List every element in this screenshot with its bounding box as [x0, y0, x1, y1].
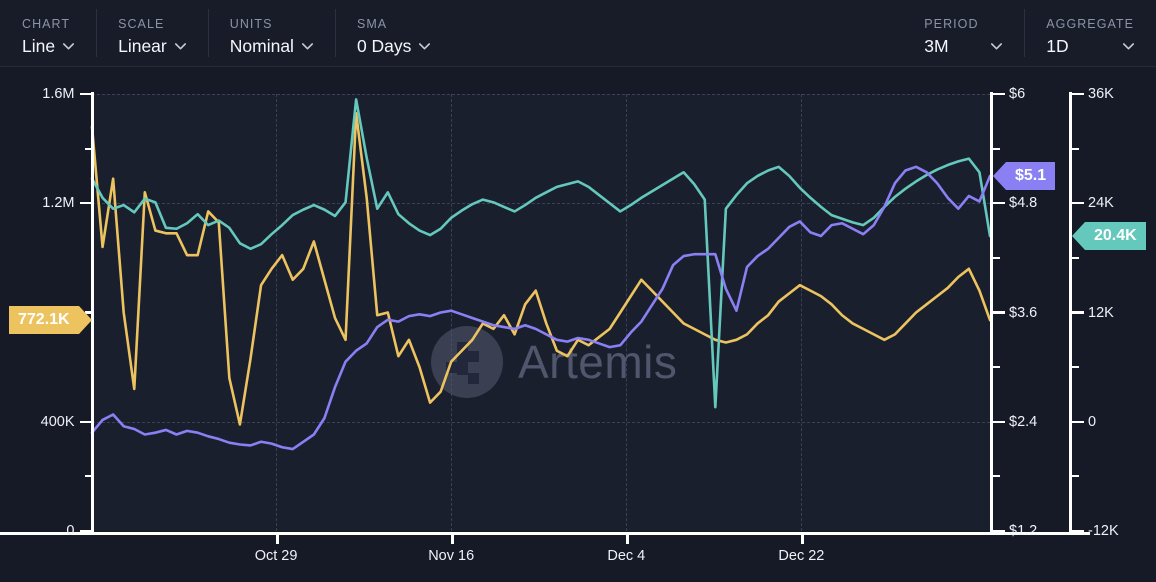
series-line-active-addresses [92, 99, 990, 407]
right-axis-2-tick-minor [1072, 148, 1079, 150]
x-axis-line [0, 532, 1090, 535]
chevron-down-icon[interactable] [1123, 43, 1134, 50]
right-axis-1-tick-minor [993, 366, 1000, 368]
left-axis-value-badge: 772.1K [9, 306, 92, 334]
toolbar-right-group: PERIOD 3M AGGREGATE 1D [902, 0, 1156, 66]
control-value-row-units[interactable]: Nominal [230, 36, 313, 57]
left-axis-tick-major [80, 93, 92, 95]
left-axis-label: 1.6M [42, 86, 74, 102]
chevron-down-icon[interactable] [991, 43, 1002, 50]
x-axis-label: Oct 29 [255, 548, 298, 564]
right-axis-1-tick-minor [993, 257, 1000, 259]
right-axis-1-tick-major [993, 202, 1005, 204]
right-axis-2-label: -12K [1088, 523, 1119, 539]
left-axis-label: 0 [66, 523, 74, 539]
control-value-row-sma[interactable]: 0 Days [357, 36, 430, 57]
control-label-period: PERIOD [924, 17, 1002, 31]
left-axis-label: 400K [41, 414, 75, 430]
x-axis-tick [626, 533, 629, 544]
control-label-units: UNITS [230, 17, 313, 31]
badge-arrow-tip [1072, 222, 1085, 250]
control-value-sma: 0 Days [357, 36, 411, 57]
chevron-down-icon[interactable] [302, 43, 313, 50]
control-label-sma: SMA [357, 17, 430, 31]
x-axis-tick [276, 533, 279, 544]
left-axis-tick-major [80, 421, 92, 423]
control-sma[interactable]: SMA 0 Days [335, 0, 452, 66]
control-period[interactable]: PERIOD 3M [902, 0, 1024, 66]
chevron-down-icon[interactable] [63, 43, 74, 50]
control-aggregate[interactable]: AGGREGATE 1D [1024, 0, 1156, 66]
control-value-row-aggregate[interactable]: 1D [1046, 36, 1134, 57]
right-axis-2-tick-minor [1072, 475, 1079, 477]
series-line-volume [92, 113, 990, 424]
right-axis-1-tick-minor [993, 148, 1000, 150]
right-axis-2-tick-minor [1072, 257, 1079, 259]
control-scale[interactable]: SCALE Linear [96, 0, 208, 66]
right-axis-1-tick-major [993, 93, 1005, 95]
left-axis-tick-major [80, 202, 92, 204]
badge-arrow-tip [993, 162, 1006, 190]
x-axis-label: Dec 22 [778, 548, 824, 564]
badge-value: $5.1 [1006, 162, 1055, 190]
control-value-aggregate: 1D [1046, 36, 1068, 57]
toolbar-spacer [452, 0, 902, 66]
control-label-aggregate: AGGREGATE [1046, 17, 1134, 31]
right-axis-2-tick-major [1072, 202, 1084, 204]
right-axis-1-value-badge: $5.1 [993, 162, 1055, 190]
right-axis-1-label: $2.4 [1009, 414, 1037, 430]
right-axis-1-label: $4.8 [1009, 195, 1037, 211]
control-value-scale: Linear [118, 36, 167, 57]
control-label-scale: SCALE [118, 17, 186, 31]
chevron-down-icon[interactable] [419, 43, 430, 50]
control-value-chart-type: Line [22, 36, 55, 57]
control-value-row-chart-type[interactable]: Line [22, 36, 74, 57]
left-axis-tick-minor [85, 148, 92, 150]
right-axis-1-label: $6 [1009, 86, 1025, 102]
right-axis-1-tick-major [993, 311, 1005, 313]
chart-toolbar: CHART Line SCALE Linear UNITS Nominal SMA 0 Day… [0, 0, 1156, 67]
right-axis-1-label: $3.6 [1009, 305, 1037, 321]
left-axis-label: 1.2M [42, 195, 74, 211]
right-axis-2-label: 12K [1088, 305, 1114, 321]
chart-area: Artemis 1.6M1.2M400K0$6$4.8$3.6$2.4$1.23… [0, 67, 1156, 582]
control-value-period: 3M [924, 36, 948, 57]
right-axis-1-tick-major [993, 530, 1005, 532]
right-axis-2-label: 24K [1088, 195, 1114, 211]
right-axis-2-tick-major [1072, 93, 1084, 95]
right-axis-1-label: $1.2 [1009, 523, 1037, 539]
right-axis-1-tick-minor [993, 475, 1000, 477]
badge-value: 20.4K [1085, 222, 1146, 250]
right-axis-2-label: 36K [1088, 86, 1114, 102]
badge-value: 772.1K [9, 306, 79, 334]
series-lines [0, 67, 1156, 582]
x-axis-label: Nov 16 [428, 548, 474, 564]
control-value-row-period[interactable]: 3M [924, 36, 1002, 57]
right-axis-2-tick-major [1072, 311, 1084, 313]
chevron-down-icon[interactable] [175, 43, 186, 50]
x-axis-tick [451, 533, 454, 544]
right-axis-2-tick-minor [1072, 366, 1079, 368]
control-chart-type[interactable]: CHART Line [0, 0, 96, 66]
x-axis-label: Dec 4 [607, 548, 645, 564]
control-label-chart-type: CHART [22, 17, 74, 31]
left-axis-tick-minor [85, 475, 92, 477]
control-value-row-scale[interactable]: Linear [118, 36, 186, 57]
right-axis-2-tick-major [1072, 530, 1084, 532]
x-axis-tick [801, 533, 804, 544]
badge-arrow-tip [79, 306, 92, 334]
chart-page: CHART Line SCALE Linear UNITS Nominal SMA 0 Day… [0, 0, 1156, 582]
right-axis-2-label: 0 [1088, 414, 1096, 430]
toolbar-left-group: CHART Line SCALE Linear UNITS Nominal SMA 0 Day… [0, 0, 452, 66]
right-axis-2-value-badge: 20.4K [1072, 222, 1146, 250]
left-axis-tick-major [80, 530, 92, 532]
control-units[interactable]: UNITS Nominal [208, 0, 335, 66]
control-value-units: Nominal [230, 36, 294, 57]
right-axis-1-tick-major [993, 421, 1005, 423]
right-axis-2-tick-major [1072, 421, 1084, 423]
